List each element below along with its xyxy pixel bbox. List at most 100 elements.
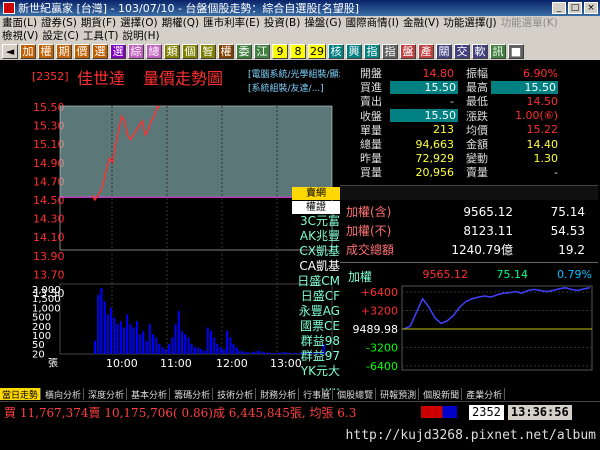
toolbar-button-4[interactable]: 價 [74, 43, 90, 59]
volume-bar [274, 353, 277, 354]
menu-item-row1-0[interactable]: 畫面(L) [2, 16, 37, 29]
toolbar-button-13[interactable]: 委 [236, 43, 252, 59]
toolbar-button-3[interactable]: 期 [56, 43, 72, 59]
toolbar-button-20[interactable]: 指 [364, 43, 380, 59]
menu-item-row1-6[interactable]: 投資(B) [264, 16, 300, 29]
tab-9[interactable]: 研報預測 [378, 388, 420, 401]
tab-2[interactable]: 深度分析 [86, 388, 128, 401]
broker-item[interactable]: 國票CE [282, 319, 340, 334]
menu-item-row1-3[interactable]: 選擇(O) [120, 16, 157, 29]
volume-bar [129, 324, 132, 354]
menu-item-row1-7[interactable]: 操盤(G) [304, 16, 341, 29]
menu-item-row1-10[interactable]: 功能選擇(J) [443, 16, 496, 29]
broker-item[interactable]: 群益97 [282, 349, 340, 364]
menu-item-row1-2[interactable]: 期貨(F) [81, 16, 116, 29]
price-tick-label: 13.90 [33, 250, 65, 263]
toolbar-button-26[interactable]: 軟 [472, 43, 488, 59]
toolbar-button-28[interactable]: ■ [508, 43, 524, 59]
broker-item[interactable]: 永豐AG [282, 304, 340, 319]
volume-bar [113, 317, 116, 354]
broker-item[interactable]: 3C元富 [282, 214, 340, 229]
quote-row: 總量 94,663 金額 14.40 [360, 137, 596, 152]
chart-title: 量價走勢圖 [143, 69, 223, 88]
minimize-button[interactable]: _ [552, 2, 566, 14]
toolbar-button-8[interactable]: 總 [146, 43, 162, 59]
index-row: 加權(不) 8123.11 54.53 [340, 221, 598, 240]
mini-tick-label: -3200 [366, 342, 398, 355]
broker-item[interactable]: CA凱基 [282, 259, 340, 274]
tab-11[interactable]: 產業分析 [464, 388, 506, 401]
toolbar-button-11[interactable]: 智 [200, 43, 216, 59]
tab-10[interactable]: 個股新聞 [421, 388, 463, 401]
menu-item-row2-1[interactable]: 設定(C) [42, 29, 79, 42]
toolbar-button-21[interactable]: 指 [382, 43, 398, 59]
tab-1[interactable]: 橫向分析 [43, 388, 85, 401]
quote-value: 15.22 [526, 123, 559, 137]
price-tick-label: 14.30 [33, 213, 65, 226]
toolbar-button-17[interactable]: 29 [308, 43, 326, 59]
tab-0[interactable]: 當日走勢 [0, 388, 42, 401]
menu-item-row1-11[interactable]: 功能選單(K) [501, 16, 558, 29]
broker-item[interactable]: 日盛CF [282, 289, 340, 304]
volume-bar [168, 344, 171, 354]
toolbar-button-5[interactable]: 選 [92, 43, 108, 59]
maximize-button[interactable]: □ [568, 2, 582, 14]
mini-index-chart[interactable]: +6400 +3200 9489.98 -3200 -6400 [340, 282, 598, 374]
tab-3[interactable]: 基本分析 [129, 388, 171, 401]
volume-tick-label: 張 [48, 358, 58, 370]
toolbar-button-14[interactable]: 江 [254, 43, 270, 59]
broker-item[interactable]: CX凱基 [282, 244, 340, 259]
toolbar-button-23[interactable]: 產 [418, 43, 434, 59]
broker-item[interactable]: 日盛CM [282, 274, 340, 289]
volume-bar [197, 347, 200, 354]
menu-item-row2-0[interactable]: 檢視(V) [2, 29, 38, 42]
menu-item-row1-5[interactable]: 匯市利率(E) [203, 16, 260, 29]
toolbar-button-2[interactable]: 權 [38, 43, 54, 59]
toolbar-button-10[interactable]: 個 [182, 43, 198, 59]
toolbar-button-24[interactable]: 關 [436, 43, 452, 59]
volume-bar [181, 330, 183, 354]
menu-item-row2-2[interactable]: 工具(T) [83, 29, 119, 42]
toolbar-button-15[interactable]: 9 [272, 43, 288, 59]
broker-header-warrant[interactable]: 權證 [292, 201, 340, 214]
menu-item-row1-4[interactable]: 期權(Q) [162, 16, 199, 29]
toolbar-button-18[interactable]: 核 [328, 43, 344, 59]
broker-item[interactable]: YK元大 [282, 364, 340, 379]
quote-table: 開盤 14.80 振幅 6.90% 買進 15.50 最高 15.50 賣出 - 最低 14.50 收盤… [360, 66, 596, 180]
tab-5[interactable]: 技術分析 [215, 388, 257, 401]
toolbar-button-7[interactable]: 綜 [128, 43, 144, 59]
menu-item-row1-1[interactable]: 證券(S) [41, 16, 77, 29]
stock-tag-2: [系統組裝/友達/...] [248, 82, 324, 94]
tab-4[interactable]: 籌碼分析 [172, 388, 214, 401]
toolbar-button-12[interactable]: 權 [218, 43, 234, 59]
broker-header-sell[interactable]: 賣網 [292, 187, 340, 200]
toolbar-button-6[interactable]: 選 [110, 43, 126, 59]
volume-bar [210, 330, 212, 354]
mini-tick-label: 9489.98 [353, 323, 399, 336]
volume-bar [184, 334, 187, 354]
stock-code-input[interactable]: 2352 [469, 404, 504, 420]
broker-item[interactable]: ..... [282, 379, 340, 394]
broker-item[interactable]: AK兆豐 [282, 229, 340, 244]
menu-item-row2-3[interactable]: 說明(H) [123, 29, 160, 42]
toolbar-button-22[interactable]: 盤 [400, 43, 416, 59]
toolbar-button-25[interactable]: 交 [454, 43, 470, 59]
menu-item-row1-9[interactable]: 金融(V) [403, 16, 439, 29]
toolbar-button-1[interactable]: 加 [20, 43, 36, 59]
broker-item[interactable]: 群益98 [282, 334, 340, 349]
toolbar-button-0[interactable]: ◄ [2, 43, 18, 59]
volume-bar [255, 351, 258, 354]
tab-8[interactable]: 個股總覽 [335, 388, 377, 401]
close-button[interactable]: × [584, 2, 598, 14]
volume-bar [226, 330, 229, 354]
toolbar-button-19[interactable]: 興 [346, 43, 362, 59]
menu-item-row1-8[interactable]: 國際商情(I) [346, 16, 399, 29]
toolbar-button-9[interactable]: 類 [164, 43, 180, 59]
toolbar-button-27[interactable]: 訊 [490, 43, 506, 59]
volume-bar [277, 352, 280, 354]
quote-value: 14.80 [422, 66, 455, 80]
volume-bar [135, 321, 138, 354]
price-tick-label: 15.50 [33, 101, 65, 114]
quote-panel: 開盤 14.80 振幅 6.90% 買進 15.50 最高 15.50 賣出 - 最低 14.50 收盤… [340, 62, 598, 374]
toolbar-button-16[interactable]: 8 [290, 43, 306, 59]
